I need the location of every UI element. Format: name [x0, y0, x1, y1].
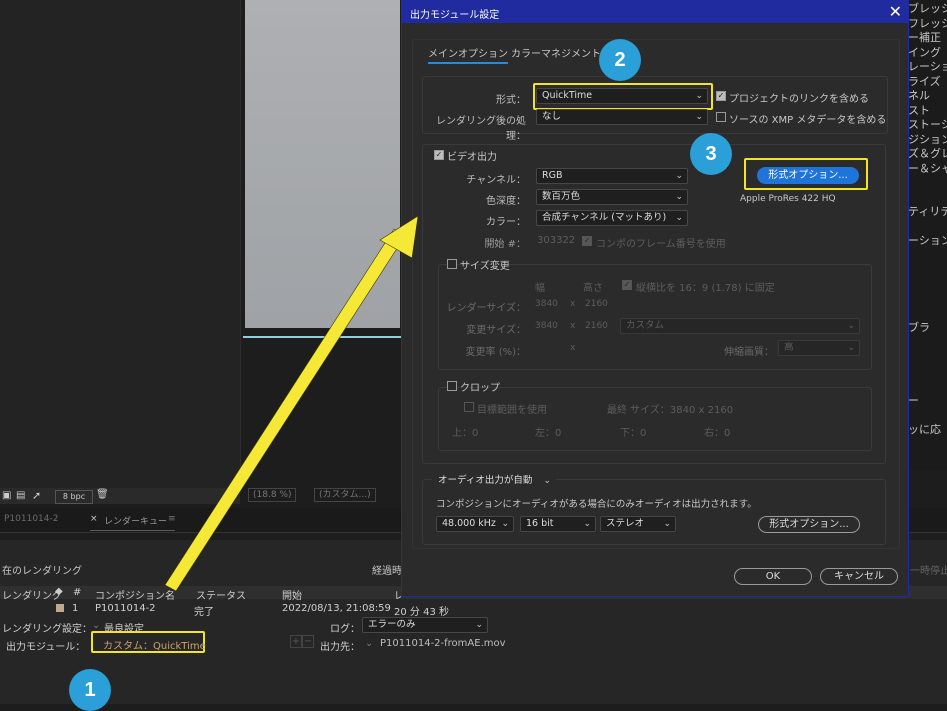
- step-badge-2: 2: [599, 39, 641, 81]
- annotation-arrow: [164, 215, 419, 592]
- step-badge-3: 3: [690, 133, 732, 175]
- step-badge-1: 1: [69, 669, 111, 711]
- arrow-shaft: [164, 228, 406, 592]
